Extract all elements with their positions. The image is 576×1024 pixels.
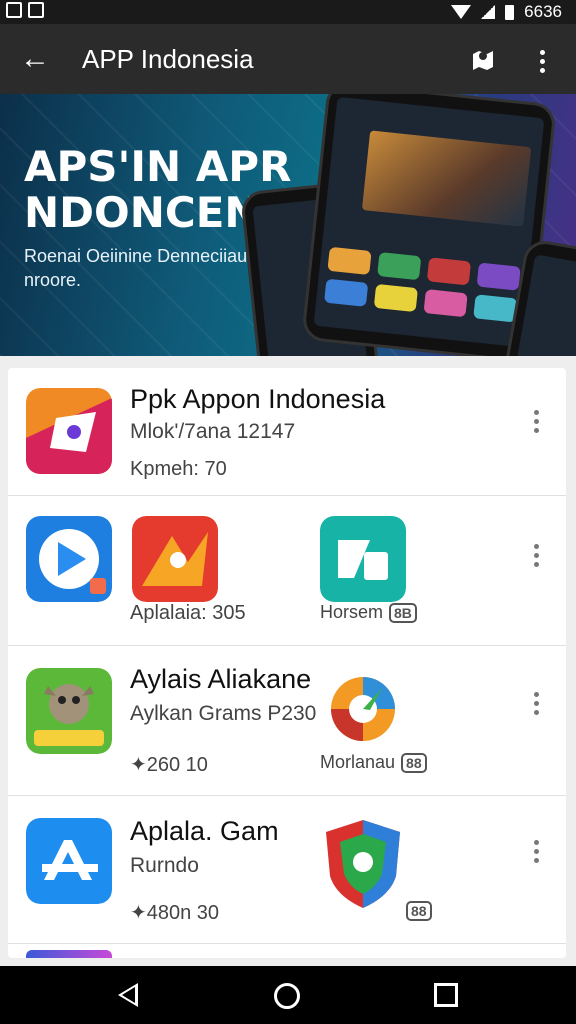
item-subtitle: Aylkan Grams P230 xyxy=(130,702,317,725)
item-meta: Kpmeh: 70 xyxy=(130,458,227,480)
item-subtitle: Rurndo xyxy=(130,854,199,877)
item-right-label: 88 xyxy=(400,900,432,922)
item-subtitle: Mlok'/7ana 12147 xyxy=(130,420,296,443)
goat-game-icon xyxy=(26,668,112,754)
status-time: 6636 xyxy=(524,2,562,21)
nav-recents-icon[interactable] xyxy=(434,983,458,1007)
status-bar: 6636 xyxy=(0,0,576,24)
app-store-icon xyxy=(26,818,112,904)
more-vert-icon[interactable] xyxy=(526,410,546,438)
list-item[interactable]: Aplalaia: 305 Horsem 8B xyxy=(8,496,566,646)
rating-badge: 88 xyxy=(406,901,432,922)
app-bar: ← APP Indonesia xyxy=(0,24,576,94)
rating-badge: 8B xyxy=(389,603,417,624)
arrow-left-icon[interactable]: ← xyxy=(18,42,52,76)
item-meta: ✦480n 30 xyxy=(130,902,220,924)
wifi-icon xyxy=(451,5,472,19)
app-icon-morlanau xyxy=(331,677,395,741)
item-meta: ✦260 10 xyxy=(130,754,208,776)
sim-icon xyxy=(6,2,22,18)
item-label: Aplalaia: 305 xyxy=(130,602,246,624)
item-title: Ppk Appon Indonesia xyxy=(130,384,386,414)
signal-icon xyxy=(481,5,496,19)
rating-badge: 88 xyxy=(401,753,427,774)
item-right-label: Morlanau 88 xyxy=(320,752,427,774)
list-item[interactable]: Ppk Appon Indonesia Mlok'/7ana 12147 Kpm… xyxy=(8,368,566,496)
item-title: Aylais Aliakane xyxy=(130,664,312,694)
app-list: Ppk Appon Indonesia Mlok'/7ana 12147 Kpm… xyxy=(8,368,566,958)
battery-icon xyxy=(505,4,515,20)
app-icon-aplalaia xyxy=(132,516,218,602)
nav-home-icon[interactable] xyxy=(274,983,300,1009)
play-icon xyxy=(26,516,112,602)
list-item[interactable]: Aylais Aliakane Aylkan Grams P230 ✦260 1… xyxy=(8,646,566,796)
list-item[interactable]: Aplala. Gam Rurndo ✦480n 30 88 xyxy=(8,796,566,944)
map-pin-icon[interactable] xyxy=(470,46,496,72)
more-vert-icon[interactable] xyxy=(530,46,554,74)
hero-banner[interactable]: APS'IN APR NDONCENIA Roenai Oeiinine Den… xyxy=(0,94,576,356)
item-title: Aplala. Gam xyxy=(130,816,279,846)
more-vert-icon[interactable] xyxy=(526,544,546,572)
gallery-icon xyxy=(28,2,44,18)
more-vert-icon[interactable] xyxy=(526,692,546,720)
app-icon-ppk xyxy=(26,388,112,474)
nav-back-icon[interactable] xyxy=(118,983,138,1007)
system-nav-bar xyxy=(0,966,576,1024)
more-vert-icon[interactable] xyxy=(526,840,546,868)
item-right-label: Horsem 8B xyxy=(320,602,417,624)
page-title: APP Indonesia xyxy=(82,44,254,74)
app-icon-horsem xyxy=(320,516,406,602)
shield-icon xyxy=(326,820,400,908)
app-icon-partial xyxy=(26,950,112,958)
